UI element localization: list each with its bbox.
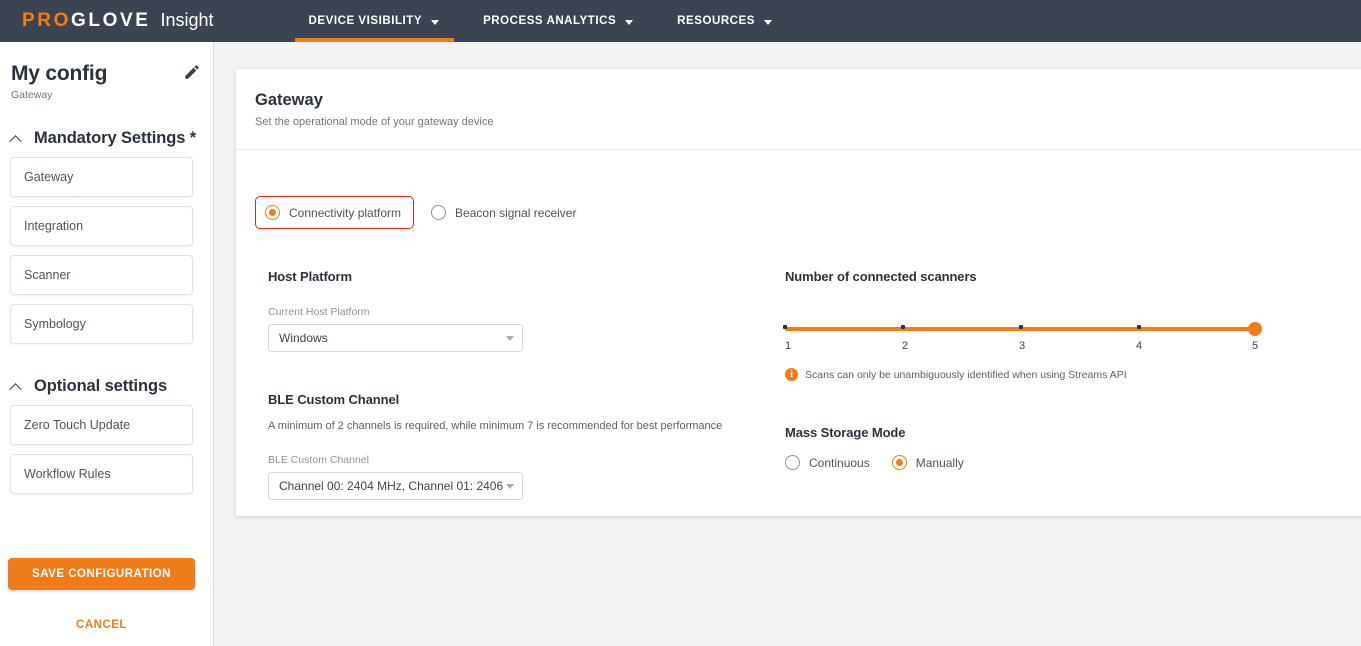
- left-settings-column: Host Platform Current Host Platform Wind…: [268, 269, 748, 500]
- sidebar-section-title: Mandatory Settings *: [34, 129, 197, 147]
- scanners-info-note: i Scans can only be unambiguously identi…: [785, 368, 1305, 381]
- radio-continuous[interactable]: Continuous: [785, 455, 870, 470]
- main-content: Gateway Set the operational mode of your…: [214, 42, 1361, 646]
- chevron-down-icon: [763, 19, 772, 25]
- nav-item-label: PROCESS ANALYTICS: [483, 15, 617, 27]
- host-platform-heading: Host Platform: [268, 269, 352, 284]
- config-header: My config Gateway: [0, 42, 213, 101]
- radio-manually[interactable]: Manually: [891, 455, 964, 470]
- sidebar: My config Gateway Mandatory Settings * G…: [0, 42, 214, 646]
- chevron-up-icon: [10, 133, 21, 144]
- gateway-settings-card: Gateway Set the operational mode of your…: [236, 69, 1361, 516]
- radio-label: Continuous: [809, 455, 870, 470]
- header-divider: [236, 149, 1361, 150]
- ble-custom-channel-value: Channel 00: 2404 MHz, Channel 01: 2406 M…: [279, 479, 506, 493]
- radio-label: Beacon signal receiver: [455, 205, 577, 220]
- radio-label: Manually: [915, 455, 964, 470]
- ble-custom-channel-heading: BLE Custom Channel: [268, 392, 400, 407]
- proglove-logo[interactable]: PRO GLOVE Insight: [22, 10, 214, 32]
- slider-tick-label: 1: [784, 340, 792, 352]
- nav-item-process-analytics[interactable]: PROCESS ANALYTICS: [461, 0, 655, 42]
- chevron-down-icon: [431, 19, 440, 25]
- mass-storage-mode-heading: Mass Storage Mode: [785, 425, 906, 440]
- nav-item-resources[interactable]: RESOURCES: [655, 0, 794, 42]
- radio-label: Connectivity platform: [289, 205, 402, 220]
- logo-product-name: Insight: [160, 10, 214, 30]
- sidebar-item-workflow-rules[interactable]: Workflow Rules: [10, 454, 193, 494]
- ble-hint-text: A minimum of 2 channels is required, whi…: [268, 420, 723, 432]
- chevron-down-icon: [506, 483, 514, 489]
- nav-item-label: DEVICE VISIBILITY: [308, 15, 423, 27]
- save-configuration-button[interactable]: SAVE CONFIGURATION: [8, 558, 195, 590]
- sidebar-section-title: Optional settings: [34, 377, 168, 395]
- mass-storage-radio-group: Continuous Manually: [785, 455, 1305, 470]
- operational-mode-radio-group: Connectivity platform Beacon signal rece…: [255, 196, 576, 229]
- edit-pencil-icon[interactable]: [183, 63, 201, 81]
- sidebar-item-label: Scanner: [24, 268, 71, 282]
- sidebar-item-zero-touch-update[interactable]: Zero Touch Update: [10, 405, 193, 445]
- sidebar-section-optional[interactable]: Optional settings: [0, 377, 213, 396]
- sidebar-item-gateway[interactable]: Gateway: [10, 157, 193, 197]
- chevron-down-icon: [506, 335, 514, 341]
- config-subtitle: Gateway: [11, 89, 53, 101]
- radio-button-unselected-icon: [785, 455, 800, 470]
- nav-menu: DEVICE VISIBILITY PROCESS ANALYTICS RESO…: [287, 0, 794, 42]
- radio-beacon-signal-receiver[interactable]: Beacon signal receiver: [431, 205, 576, 220]
- card-header: Gateway Set the operational mode of your…: [236, 69, 1361, 128]
- logo-glove-text: GLOVE: [70, 10, 151, 31]
- sidebar-item-label: Integration: [24, 219, 84, 233]
- current-host-platform-label: Current Host Platform: [268, 306, 370, 318]
- slider-tick-label: 5: [1251, 340, 1259, 352]
- info-icon: i: [785, 368, 798, 381]
- slider-tick: [901, 325, 905, 329]
- radio-button-selected-icon: [265, 205, 280, 220]
- slider-thumb[interactable]: [1248, 322, 1262, 336]
- top-navigation-bar: PRO GLOVE Insight DEVICE VISIBILITY PROC…: [0, 0, 1361, 42]
- nav-item-device-visibility[interactable]: DEVICE VISIBILITY: [287, 0, 462, 42]
- page-title: Gateway: [255, 91, 323, 109]
- cancel-button[interactable]: CANCEL: [8, 612, 195, 638]
- sidebar-item-label: Symbology: [24, 317, 86, 331]
- sidebar-item-symbology[interactable]: Symbology: [10, 304, 193, 344]
- right-settings-column: Number of connected scanners 1 2 3 4 5 i…: [783, 269, 1305, 470]
- slider-tick: [1137, 325, 1141, 329]
- sidebar-item-label: Zero Touch Update: [24, 418, 131, 432]
- host-platform-select[interactable]: Windows: [268, 324, 523, 352]
- radio-button-selected-icon: [891, 455, 907, 470]
- slider-tick-label: 4: [1135, 340, 1143, 352]
- config-title: My config: [11, 62, 108, 85]
- connected-scanners-slider[interactable]: 1 2 3 4 5: [783, 322, 1262, 362]
- connected-scanners-heading: Number of connected scanners: [785, 269, 977, 284]
- host-platform-value: Windows: [279, 331, 328, 345]
- page-subtitle: Set the operational mode of your gateway…: [255, 116, 494, 128]
- ble-custom-channel-label: BLE Custom Channel: [268, 454, 369, 466]
- ble-custom-channel-select[interactable]: Channel 00: 2404 MHz, Channel 01: 2406 M…: [268, 472, 523, 500]
- nav-item-label: RESOURCES: [677, 15, 755, 27]
- connectivity-platform-highlight-box: Connectivity platform: [255, 196, 415, 229]
- chevron-down-icon: [625, 19, 634, 25]
- slider-tick-label: 2: [901, 340, 909, 352]
- slider-tick-label: 3: [1018, 340, 1026, 352]
- slider-tick: [1019, 325, 1023, 329]
- sidebar-section-mandatory[interactable]: Mandatory Settings *: [0, 129, 213, 148]
- slider-tick: [783, 325, 787, 329]
- radio-connectivity-platform[interactable]: Connectivity platform: [265, 205, 401, 220]
- sidebar-item-label: Workflow Rules: [24, 467, 111, 481]
- sidebar-item-label: Gateway: [24, 170, 74, 184]
- chevron-up-icon: [10, 381, 21, 392]
- sidebar-item-integration[interactable]: Integration: [10, 206, 193, 246]
- sidebar-item-scanner[interactable]: Scanner: [10, 255, 193, 295]
- logo-pro-text: PRO: [22, 10, 71, 31]
- radio-button-unselected-icon: [431, 205, 447, 220]
- scanners-note-text: Scans can only be unambiguously identifi…: [805, 368, 1127, 381]
